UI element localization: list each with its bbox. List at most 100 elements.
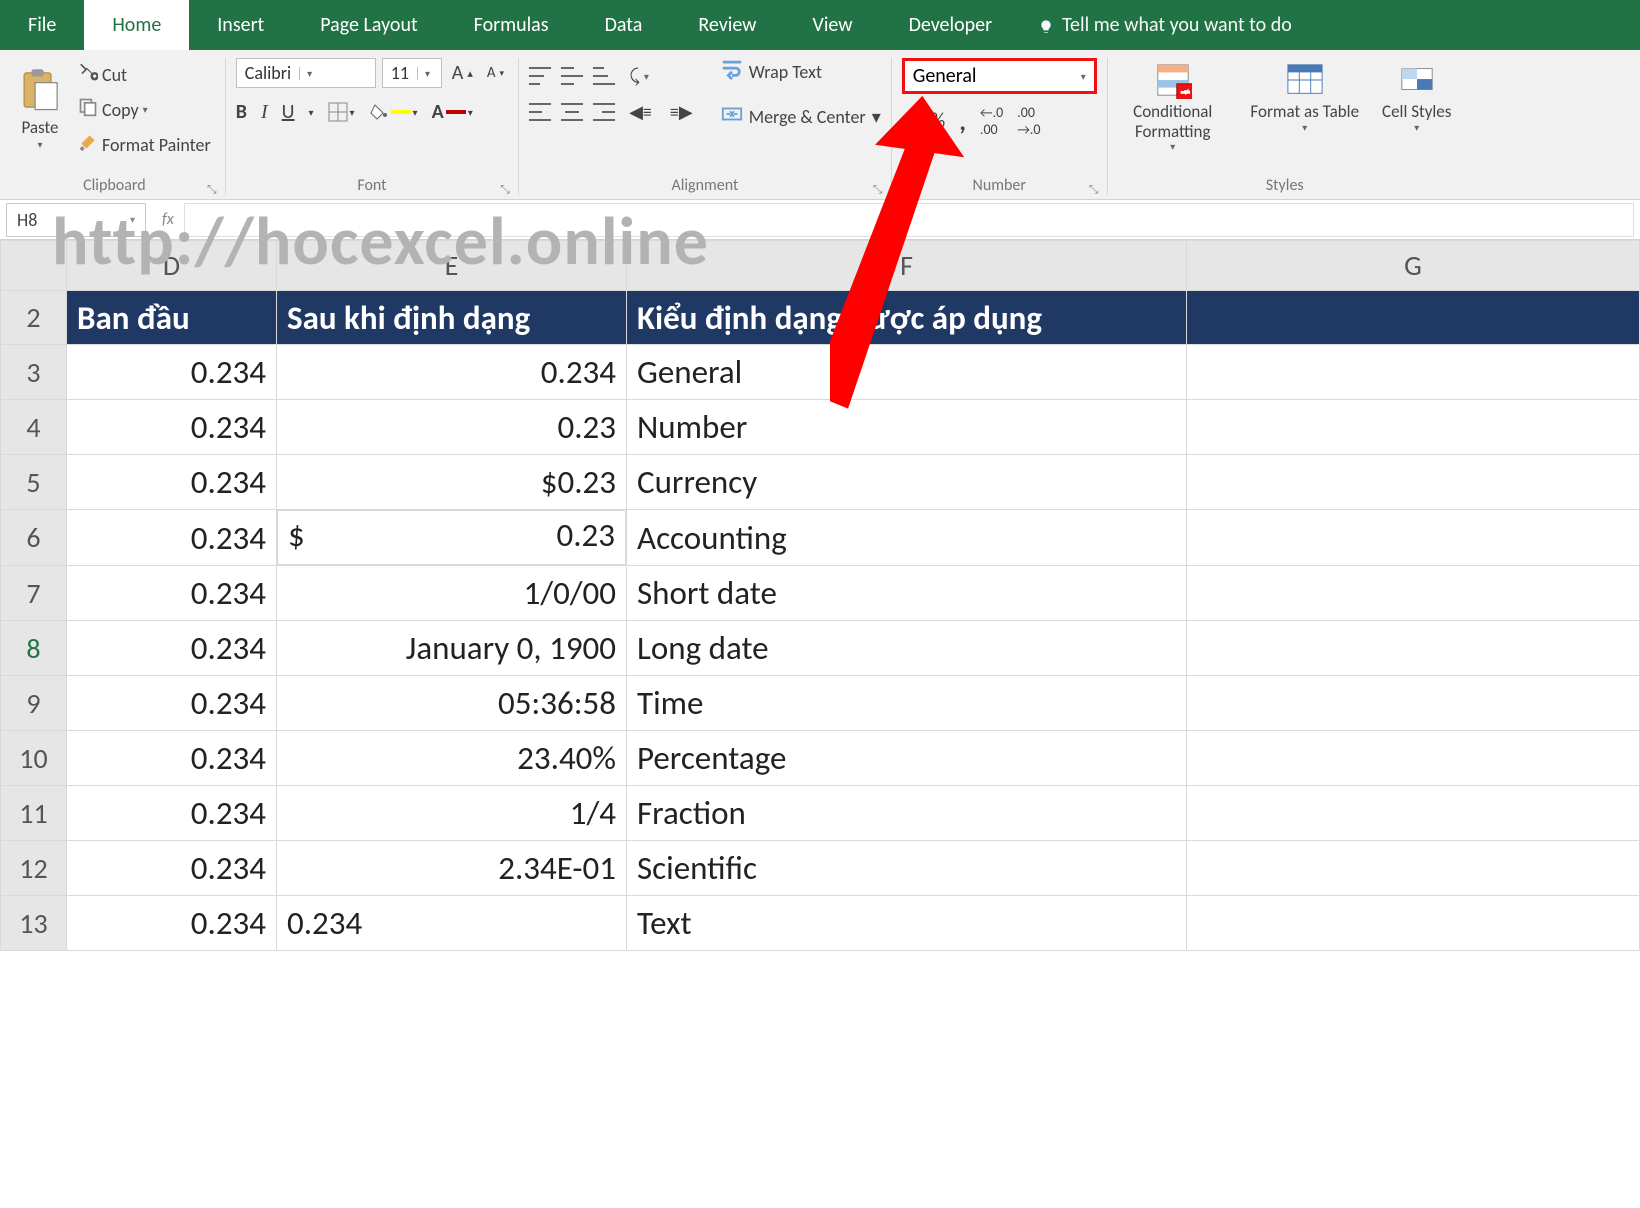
cell[interactable]: 0.234 (67, 345, 277, 400)
column-header-d[interactable]: D (67, 241, 277, 291)
cell[interactable]: Sau khi định dạng (277, 291, 627, 345)
cell[interactable]: January 0, 1900 (277, 621, 627, 676)
align-right-button[interactable] (593, 103, 615, 121)
comma-format-button[interactable]: , (959, 105, 966, 137)
cell[interactable]: 0.234 (67, 621, 277, 676)
cell[interactable]: 0.234 (277, 896, 627, 951)
decrease-decimal-button[interactable]: .00→.0 (1017, 104, 1040, 138)
cell[interactable]: Time (627, 676, 1187, 731)
align-top-button[interactable] (529, 67, 551, 85)
cell[interactable]: 0.234 (67, 786, 277, 841)
increase-font-button[interactable]: A▴ (448, 59, 477, 87)
row-header[interactable]: 4 (1, 400, 67, 455)
cell[interactable]: Fraction (627, 786, 1187, 841)
cell[interactable]: 0.234 (67, 841, 277, 896)
cell[interactable]: Number (627, 400, 1187, 455)
conditional-formatting-button[interactable]: ≠ Conditional Formatting ▾ (1118, 58, 1228, 153)
cell[interactable] (1187, 345, 1640, 400)
align-left-button[interactable] (529, 103, 551, 121)
row-header[interactable]: 13 (1, 896, 67, 951)
copy-button[interactable]: Copy ▾ (74, 95, 215, 124)
cell[interactable] (1187, 841, 1640, 896)
cell[interactable]: $0.23 (277, 510, 626, 565)
row-header[interactable]: 2 (1, 291, 67, 345)
cell[interactable] (1187, 510, 1640, 566)
fill-color-button[interactable]: ▾ (369, 103, 418, 121)
cell[interactable] (1187, 896, 1640, 951)
cell[interactable]: 0.234 (67, 566, 277, 621)
align-bottom-button[interactable] (593, 67, 615, 85)
cell[interactable]: Scientific (627, 841, 1187, 896)
cell[interactable]: 23.40% (277, 731, 627, 786)
merge-center-button[interactable]: Merge & Center ▾ (721, 103, 881, 130)
format-painter-button[interactable]: Format Painter (74, 130, 215, 159)
paste-button[interactable]: Paste ▾ (14, 66, 66, 151)
cell[interactable]: General (627, 345, 1187, 400)
number-format-combo[interactable]: General ▾ (902, 58, 1097, 94)
formula-input[interactable] (184, 203, 1634, 237)
cut-button[interactable]: Cut (74, 60, 215, 89)
align-middle-button[interactable] (561, 67, 583, 85)
cell[interactable]: Kiểu định dạng được áp dụng (627, 291, 1187, 345)
cell[interactable]: Accounting (627, 510, 1187, 566)
row-header[interactable]: 12 (1, 841, 67, 896)
cell[interactable]: Text (627, 896, 1187, 951)
fx-icon[interactable]: fx (152, 210, 184, 229)
cell[interactable]: 0.234 (67, 676, 277, 731)
underline-button[interactable]: U (282, 100, 295, 124)
cell[interactable]: 0.23 (277, 400, 627, 455)
cell[interactable] (1187, 676, 1640, 731)
tab-data[interactable]: Data (577, 0, 671, 50)
cell-styles-button[interactable]: Cell Styles ▾ (1382, 58, 1452, 133)
dialog-launcher-icon[interactable] (498, 179, 512, 193)
accounting-format-button[interactable]: $▾ (902, 109, 917, 133)
dialog-launcher-icon[interactable] (871, 179, 885, 193)
row-header[interactable]: 8 (1, 621, 67, 676)
cell[interactable] (1187, 455, 1640, 510)
decrease-indent-button[interactable]: ◀≡ (625, 99, 656, 125)
wrap-text-button[interactable]: Wrap Text (721, 58, 881, 85)
tab-developer[interactable]: Developer (881, 0, 1021, 50)
format-as-table-button[interactable]: Format as Table ▾ (1250, 58, 1360, 133)
tell-me[interactable]: Tell me what you want to do (1020, 0, 1292, 50)
cell[interactable] (1187, 566, 1640, 621)
font-color-button[interactable]: A ▾ (432, 100, 473, 124)
cell[interactable] (1187, 621, 1640, 676)
tab-home[interactable]: Home (84, 0, 189, 50)
cell[interactable]: Long date (627, 621, 1187, 676)
row-header[interactable]: 11 (1, 786, 67, 841)
cell[interactable]: 0.234 (67, 896, 277, 951)
cell[interactable]: Ban đầu (67, 291, 277, 345)
row-header[interactable]: 6 (1, 510, 67, 566)
row-header[interactable]: 7 (1, 566, 67, 621)
column-header-f[interactable]: F (627, 241, 1187, 291)
worksheet-grid[interactable]: D E F G 2 Ban đầu Sau khi định dạng Kiểu… (0, 240, 1640, 951)
cell[interactable] (1187, 731, 1640, 786)
cell[interactable] (1187, 400, 1640, 455)
cell[interactable]: $0.23 (277, 455, 627, 510)
orientation-button[interactable]: ⤹▾ (625, 63, 653, 89)
cell[interactable]: 0.234 (67, 400, 277, 455)
increase-decimal-button[interactable]: ←.0.00 (980, 104, 1003, 138)
cell[interactable]: 2.34E-01 (277, 841, 627, 896)
column-header-g[interactable]: G (1187, 241, 1640, 291)
tab-formulas[interactable]: Formulas (446, 0, 577, 50)
row-header[interactable]: 10 (1, 731, 67, 786)
font-name-combo[interactable]: Calibri ▾ (236, 58, 376, 88)
cell[interactable] (1187, 786, 1640, 841)
borders-button[interactable]: ▾ (328, 102, 355, 122)
row-header[interactable]: 9 (1, 676, 67, 731)
cell[interactable]: 1/4 (277, 786, 627, 841)
increase-indent-button[interactable]: ≡▶ (666, 99, 697, 125)
cell[interactable]: Percentage (627, 731, 1187, 786)
decrease-font-button[interactable]: A▾ (483, 62, 508, 84)
select-all-corner[interactable] (1, 241, 67, 291)
row-header[interactable]: 3 (1, 345, 67, 400)
tab-view[interactable]: View (784, 0, 880, 50)
cell[interactable]: Short date (627, 566, 1187, 621)
cell[interactable]: Currency (627, 455, 1187, 510)
italic-button[interactable]: I (261, 101, 268, 124)
cell[interactable]: 0.234 (67, 731, 277, 786)
dialog-launcher-icon[interactable] (205, 179, 219, 193)
cell[interactable] (1187, 291, 1640, 345)
